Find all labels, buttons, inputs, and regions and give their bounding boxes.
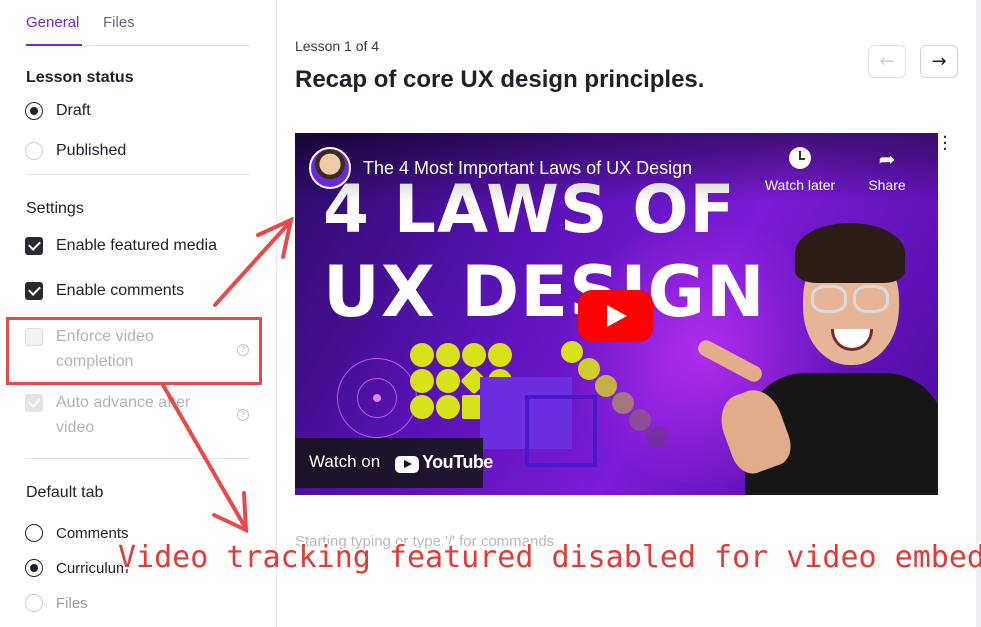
comments-checkbox[interactable] xyxy=(25,282,43,300)
default-tab-files[interactable]: Files xyxy=(25,592,88,614)
default-tab-label: Comments xyxy=(56,524,129,542)
sidebar-tabs: General Files xyxy=(26,0,250,46)
tab-general[interactable]: General xyxy=(26,14,79,31)
setting-label-disabled: Auto advance after video xyxy=(56,394,191,436)
watch-on-youtube-button[interactable]: Watch on YouTube xyxy=(295,438,493,488)
annotation-caption: Video tracking featured disabled for vid… xyxy=(118,540,981,575)
status-option-label: Draft xyxy=(56,102,91,119)
lesson-title[interactable]: Recap of core UX design principles. xyxy=(295,66,704,94)
arrow-left-icon: ← xyxy=(879,50,895,72)
setting-featured-media[interactable]: Enable featured media xyxy=(25,235,217,257)
watch-on-label: Watch on xyxy=(309,452,381,471)
help-icon[interactable]: ? xyxy=(237,409,249,421)
radio-comments[interactable] xyxy=(25,524,43,542)
setting-label: Enable featured media xyxy=(56,237,217,254)
status-option-draft[interactable]: Draft xyxy=(25,100,91,122)
share-icon: ➦ xyxy=(878,147,896,171)
setting-comments[interactable]: Enable comments xyxy=(25,280,184,302)
watch-later-button[interactable]: Watch later xyxy=(760,147,840,193)
status-option-label: Published xyxy=(56,142,127,159)
settings-heading: Settings xyxy=(26,200,84,217)
share-label: Share xyxy=(868,177,906,193)
section-divider xyxy=(26,458,250,459)
default-tab-curriculum[interactable]: Curriculum xyxy=(25,557,129,579)
clock-icon xyxy=(789,147,811,169)
thumbnail-ring-core xyxy=(373,394,381,402)
thumbnail-headline-2: UX DESIGN xyxy=(323,251,766,333)
next-lesson-button[interactable]: → xyxy=(920,45,958,78)
annotation-highlight-box xyxy=(6,317,262,385)
share-button[interactable]: ➦ Share xyxy=(847,147,927,193)
scrollbar-track[interactable] xyxy=(976,0,981,627)
previous-lesson-button[interactable]: ← xyxy=(868,45,906,78)
youtube-logo-icon xyxy=(395,456,419,473)
lesson-settings-sidebar: General Files Lesson status Draft Publis… xyxy=(0,0,277,627)
youtube-wordmark: YouTube xyxy=(422,452,493,472)
auto-advance-checkbox xyxy=(25,394,43,412)
status-option-published[interactable]: Published xyxy=(25,140,126,162)
radio-curriculum[interactable] xyxy=(25,559,43,577)
setting-label: Enable comments xyxy=(56,282,185,299)
lesson-status-heading: Lesson status xyxy=(26,69,134,86)
watch-later-label: Watch later xyxy=(764,177,836,193)
section-divider xyxy=(26,174,250,175)
active-tab-indicator xyxy=(26,44,82,46)
more-options-icon[interactable]: · · · xyxy=(940,129,950,159)
video-title[interactable]: The 4 Most Important Laws of UX Design xyxy=(363,158,692,179)
channel-avatar[interactable] xyxy=(309,147,351,189)
lesson-counter: Lesson 1 of 4 xyxy=(295,38,380,54)
default-tab-heading: Default tab xyxy=(26,484,104,501)
radio-published[interactable] xyxy=(25,142,43,160)
play-button[interactable] xyxy=(578,290,653,342)
presenter-image xyxy=(695,223,938,495)
radio-draft[interactable] xyxy=(25,102,43,120)
default-tab-comments[interactable]: Comments xyxy=(25,522,129,544)
thumbnail-square-outline xyxy=(525,395,597,467)
arrow-right-icon: → xyxy=(931,50,947,72)
setting-auto-advance: Auto advance after video xyxy=(25,390,216,440)
featured-video-embed[interactable]: 4 LAWS OF UX DESIGN The 4 Most Important… xyxy=(295,133,938,495)
radio-files[interactable] xyxy=(25,594,43,612)
featured-media-checkbox[interactable] xyxy=(25,237,43,255)
default-tab-label: Files xyxy=(56,594,88,612)
tab-files[interactable]: Files xyxy=(103,14,135,31)
